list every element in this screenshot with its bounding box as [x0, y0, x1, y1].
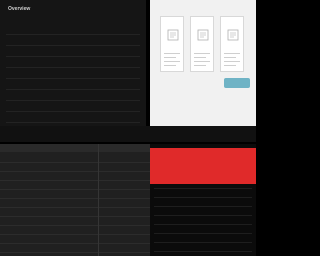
- table-header: [0, 144, 150, 152]
- cards-panel: [150, 0, 256, 126]
- card-divider: [194, 61, 210, 62]
- list-item[interactable]: [154, 189, 252, 198]
- card-divider: [224, 61, 240, 62]
- section-tab-bar: [0, 126, 256, 142]
- list-item[interactable]: [154, 198, 252, 207]
- card-divider: [164, 65, 176, 66]
- card-divider: [164, 57, 176, 58]
- table-row[interactable]: [0, 181, 150, 190]
- card-divider: [224, 65, 236, 66]
- table-row[interactable]: [0, 154, 150, 163]
- list-item[interactable]: [6, 101, 140, 112]
- card-divider: [194, 57, 206, 58]
- table-row[interactable]: [0, 226, 150, 235]
- list-item[interactable]: [154, 207, 252, 216]
- column-divider: [98, 144, 99, 256]
- table-row[interactable]: [0, 199, 150, 208]
- card-divider: [194, 65, 206, 66]
- list-item[interactable]: [6, 24, 140, 35]
- table-row[interactable]: [0, 208, 150, 217]
- list-item[interactable]: [6, 46, 140, 57]
- table-row[interactable]: [0, 163, 150, 172]
- list-item[interactable]: [6, 90, 140, 101]
- list-item[interactable]: [154, 216, 252, 225]
- card-divider: [224, 57, 236, 58]
- list-item[interactable]: [154, 243, 252, 252]
- info-card[interactable]: [220, 16, 244, 72]
- card-divider: [224, 53, 240, 54]
- list-item[interactable]: [154, 225, 252, 234]
- list-item[interactable]: [154, 180, 252, 189]
- data-table: [0, 144, 150, 256]
- table-row[interactable]: [0, 172, 150, 181]
- list-item[interactable]: [154, 234, 252, 243]
- document-icon: [167, 29, 179, 41]
- alert-banner[interactable]: [150, 148, 256, 184]
- table-row[interactable]: [0, 190, 150, 199]
- table-row[interactable]: [0, 217, 150, 226]
- list-item[interactable]: [6, 68, 140, 79]
- overview-panel: Overview: [0, 0, 146, 126]
- list-item[interactable]: [6, 57, 140, 68]
- document-icon: [227, 29, 239, 41]
- info-card[interactable]: [190, 16, 214, 72]
- primary-action-button[interactable]: [224, 78, 250, 88]
- list-item[interactable]: [6, 79, 140, 90]
- panel-title: Overview: [8, 6, 31, 12]
- info-card[interactable]: [160, 16, 184, 72]
- card-divider: [164, 53, 180, 54]
- table-row[interactable]: [0, 244, 150, 253]
- alert-panel: [150, 144, 256, 256]
- card-divider: [164, 61, 180, 62]
- list-item[interactable]: [6, 112, 140, 123]
- card-divider: [194, 53, 210, 54]
- table-row[interactable]: [0, 235, 150, 244]
- document-icon: [197, 29, 209, 41]
- list-item[interactable]: [6, 35, 140, 46]
